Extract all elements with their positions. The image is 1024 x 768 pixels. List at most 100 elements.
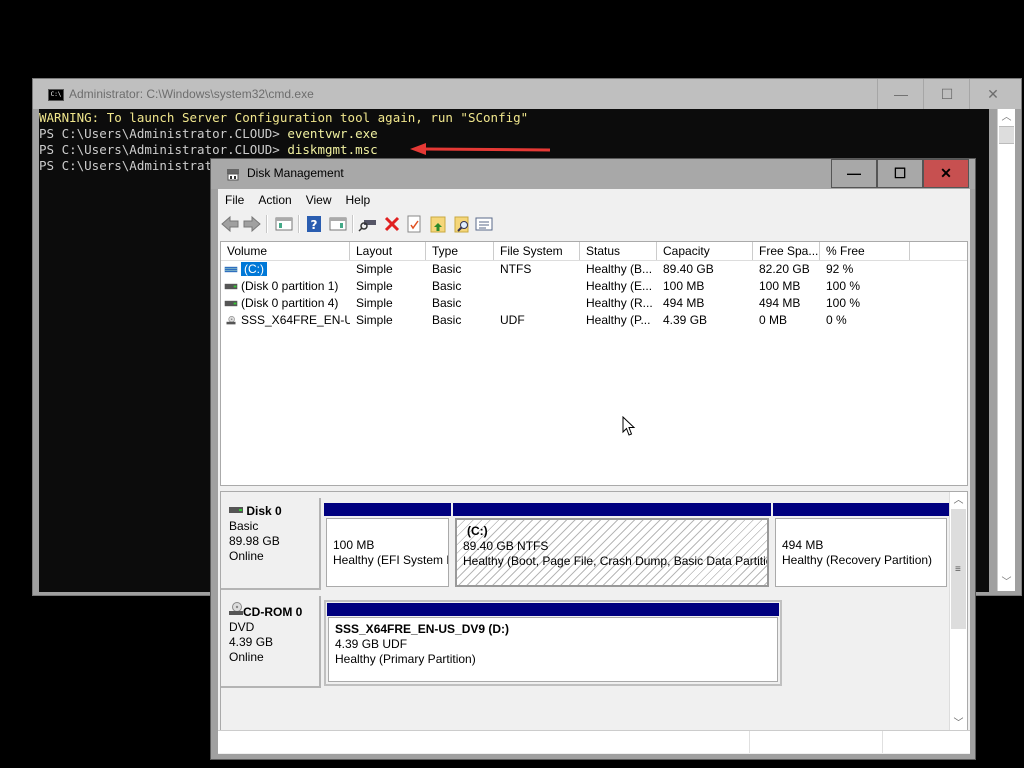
scroll-down-icon[interactable]: ﹀ bbox=[998, 574, 1015, 591]
dm-client-area: File Action View Help ? Volume Layout Type bbox=[218, 189, 970, 754]
cell-free: 0 MB bbox=[759, 313, 788, 327]
cell-layout: Simple bbox=[356, 313, 393, 327]
forward-icon[interactable] bbox=[242, 214, 262, 234]
disk-management-window: Disk Management — ☐ ✕ File Action View Help… bbox=[210, 158, 976, 760]
volume-list[interactable]: Volume Layout Type File System Status Ca… bbox=[220, 241, 968, 486]
cell-free: 100 MB bbox=[759, 279, 801, 293]
cmd-titlebar[interactable]: C:\ Administrator: C:\Windows\system32\c… bbox=[33, 79, 1021, 109]
partition-size: 100 MB bbox=[333, 538, 375, 552]
column-status[interactable]: Status bbox=[580, 242, 657, 260]
column-percent-free[interactable]: % Free bbox=[820, 242, 910, 260]
cell-status: Healthy (B... bbox=[586, 262, 653, 276]
cell-capacity: 494 MB bbox=[663, 296, 705, 310]
cell-capacity: 89.40 GB bbox=[663, 262, 714, 276]
cmd-maximize-button[interactable]: ☐ bbox=[923, 79, 970, 109]
settings-list-icon[interactable] bbox=[474, 214, 494, 234]
partition-efi[interactable]: 100 MB Healthy (EFI System P bbox=[324, 503, 451, 589]
partition-status: Healthy (Recovery Partition) bbox=[782, 553, 933, 567]
cell-pct-free: 100 % bbox=[826, 279, 861, 293]
dm-minimize-button[interactable]: — bbox=[831, 159, 877, 188]
graphical-view-scrollbar[interactable]: ︿ ≡ ﹀ bbox=[949, 492, 967, 732]
cell-layout: Simple bbox=[356, 279, 393, 293]
prompt: PS C:\Users\Administrator.CLOUD> bbox=[39, 126, 288, 141]
cell-free: 494 MB bbox=[759, 296, 801, 310]
disk-icon bbox=[229, 507, 243, 513]
column-type[interactable]: Type bbox=[426, 242, 494, 260]
menu-file[interactable]: File bbox=[218, 189, 251, 211]
partition-status: Healthy (EFI System P bbox=[333, 553, 449, 567]
menu-help[interactable]: Help bbox=[339, 189, 378, 211]
scroll-thumb[interactable] bbox=[999, 126, 1014, 144]
partition-c[interactable]: (C:) 89.40 GB NTFS Healthy (Boot, Page F… bbox=[453, 503, 771, 589]
command: diskmgmt.msc bbox=[287, 142, 378, 157]
annotation-arrow bbox=[410, 143, 551, 155]
mouse-cursor-icon bbox=[622, 416, 636, 436]
partition-title bbox=[782, 523, 946, 538]
volume-row[interactable]: (Disk 0 partition 4) Simple Basic Healthy (… bbox=[221, 295, 967, 312]
cmd-title: Administrator: C:\Windows\system32\cmd.e… bbox=[69, 87, 314, 101]
disk-size: 4.39 GB bbox=[229, 635, 274, 649]
partition-size: 4.39 GB UDF bbox=[335, 637, 408, 651]
dm-maximize-button[interactable]: ☐ bbox=[877, 159, 923, 188]
disk-icon bbox=[224, 301, 238, 307]
menu-action[interactable]: Action bbox=[251, 189, 298, 211]
partition-title: (C:) bbox=[467, 524, 488, 538]
volume-row[interactable]: SSS_X64FRE_EN-U... Simple Basic UDF Healthy … bbox=[221, 312, 967, 329]
disk-kind: Basic bbox=[229, 519, 259, 533]
column-capacity[interactable]: Capacity bbox=[657, 242, 753, 260]
cell-pct-free: 100 % bbox=[826, 296, 861, 310]
cdrom-0-label[interactable]: CD-ROM 0 DVD 4.39 GB Online bbox=[221, 596, 321, 688]
open-folder-icon[interactable] bbox=[428, 214, 448, 234]
dm-close-button[interactable]: ✕ bbox=[923, 159, 969, 188]
cell-type: Basic bbox=[432, 313, 462, 327]
dm-titlebar[interactable]: Disk Management — ☐ ✕ bbox=[211, 159, 975, 189]
disk-name: Disk 0 bbox=[246, 504, 282, 518]
cmd-icon: C:\ bbox=[48, 89, 64, 101]
disk-state: Online bbox=[229, 650, 264, 664]
partition-body: 100 MB Healthy (EFI System P bbox=[326, 518, 449, 587]
volume-row[interactable]: (C:) Simple Basic NTFS Healthy (B... 89.40 GB… bbox=[221, 261, 967, 278]
help-icon[interactable]: ? bbox=[304, 214, 324, 234]
cell-status: Healthy (R... bbox=[586, 296, 653, 310]
disk-kind: DVD bbox=[229, 620, 255, 634]
column-layout[interactable]: Layout bbox=[350, 242, 426, 260]
disk-graphical-view[interactable]: Disk 0 Basic 89.98 GB Online 100 MB Heal… bbox=[220, 491, 968, 733]
column-file-system[interactable]: File System bbox=[494, 242, 580, 260]
delete-icon[interactable] bbox=[382, 214, 402, 234]
dm-title: Disk Management bbox=[247, 166, 344, 180]
svg-text:?: ? bbox=[311, 218, 318, 232]
volume-name: (Disk 0 partition 1) bbox=[241, 279, 339, 293]
cell-type: Basic bbox=[432, 262, 462, 276]
cmd-minimize-button[interactable]: — bbox=[877, 79, 924, 109]
cmd-scrollbar[interactable]: ︿ ﹀ bbox=[997, 109, 1015, 591]
menu-view[interactable]: View bbox=[299, 189, 339, 211]
partition-title: SSS_X64FRE_EN-US_DV9 (D:) bbox=[335, 622, 510, 636]
cell-fs: NTFS bbox=[500, 262, 532, 276]
partition-status: Healthy (Primary Partition) bbox=[335, 652, 476, 666]
back-icon[interactable] bbox=[220, 214, 240, 234]
properties-icon[interactable] bbox=[404, 214, 424, 234]
scroll-thumb[interactable]: ≡ bbox=[951, 509, 966, 629]
volume-icon bbox=[224, 267, 238, 273]
cell-pct-free: 92 % bbox=[826, 262, 854, 276]
cell-status: Healthy (E... bbox=[586, 279, 653, 293]
show-hide-console-tree-icon[interactable] bbox=[274, 214, 294, 234]
partition-dvd[interactable]: SSS_X64FRE_EN-US_DV9 (D:) 4.39 GB UDF He… bbox=[324, 600, 782, 686]
show-hide-action-pane-icon[interactable] bbox=[328, 214, 348, 234]
volume-row[interactable]: (Disk 0 partition 1) Simple Basic Healthy (… bbox=[221, 278, 967, 295]
cmd-close-button[interactable]: ✕ bbox=[969, 79, 1016, 109]
column-free-space[interactable]: Free Spa... bbox=[753, 242, 820, 260]
explore-icon[interactable] bbox=[452, 214, 472, 234]
partition-body: 494 MB Healthy (Recovery Partition) bbox=[775, 518, 947, 587]
status-bar bbox=[218, 730, 970, 753]
disk-size: 89.98 GB bbox=[229, 534, 280, 548]
column-volume[interactable]: Volume bbox=[221, 242, 350, 260]
volume-name: SSS_X64FRE_EN-U... bbox=[241, 313, 350, 327]
cell-capacity: 4.39 GB bbox=[663, 313, 708, 327]
scroll-up-icon[interactable]: ︿ bbox=[998, 109, 1015, 126]
partition-recovery[interactable]: 494 MB Healthy (Recovery Partition) bbox=[773, 503, 949, 589]
connect-disk-icon[interactable] bbox=[358, 214, 378, 234]
scroll-up-icon[interactable]: ︿ bbox=[950, 492, 967, 509]
partition-status: Healthy (Boot, Page File, Crash Dump, Ba… bbox=[463, 554, 769, 568]
disk-0-label[interactable]: Disk 0 Basic 89.98 GB Online bbox=[221, 498, 321, 590]
